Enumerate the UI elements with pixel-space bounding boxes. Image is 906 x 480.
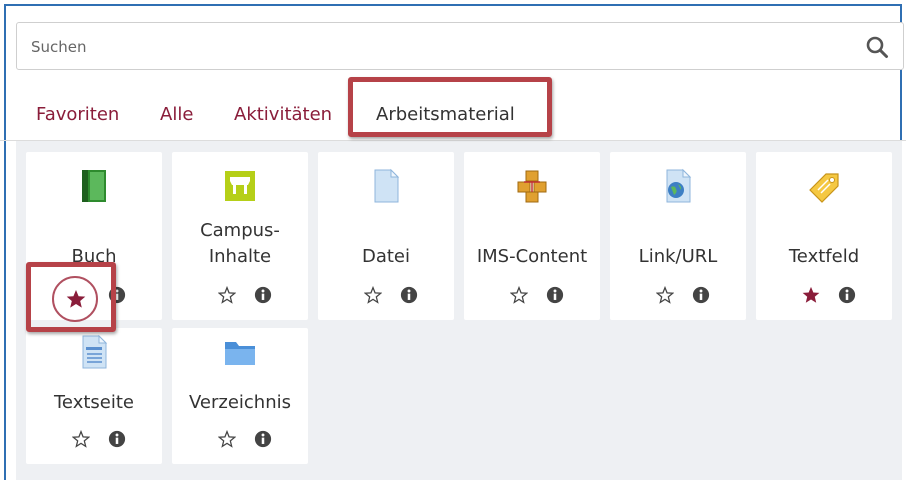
- module-card-link-url[interactable]: Link/URL: [610, 152, 746, 320]
- module-card-ims-content[interactable]: IMS-Content: [464, 152, 600, 320]
- highlight-box-tab: [348, 77, 552, 137]
- file-icon: [374, 168, 400, 203]
- tab-favoriten[interactable]: Favoriten: [36, 96, 119, 134]
- info-icon[interactable]: [546, 286, 564, 304]
- module-card-campus-inhalte[interactable]: Campus- Inhalte: [172, 152, 308, 320]
- info-icon[interactable]: [254, 286, 272, 304]
- star-filled-icon[interactable]: [802, 286, 820, 304]
- module-card-datei[interactable]: Datei: [318, 152, 454, 320]
- page-icon: [82, 334, 108, 369]
- star-outline-icon[interactable]: [364, 286, 382, 304]
- star-outline-icon[interactable]: [218, 286, 236, 304]
- info-icon[interactable]: [254, 430, 272, 448]
- star-outline-icon[interactable]: [72, 430, 90, 448]
- star-outline-icon[interactable]: [218, 430, 236, 448]
- star-filled-icon[interactable]: [66, 289, 86, 309]
- ims-package-icon: [517, 170, 547, 203]
- module-label: Link/URL: [638, 246, 718, 267]
- module-label: Datei: [361, 246, 411, 267]
- search-box: [16, 22, 904, 70]
- module-label: Textseite: [54, 392, 134, 413]
- url-icon: [666, 168, 692, 203]
- book-icon: [82, 170, 106, 202]
- module-card-textseite[interactable]: Textseite: [26, 328, 162, 464]
- tab-alle[interactable]: Alle: [160, 96, 193, 134]
- module-card-textfeld[interactable]: Textfeld: [756, 152, 892, 320]
- module-label: IMS-Content: [476, 246, 588, 267]
- module-label: Verzeichnis: [188, 392, 291, 413]
- module-card-verzeichnis[interactable]: Verzeichnis: [172, 328, 308, 464]
- search-icon[interactable]: [865, 35, 889, 59]
- info-icon[interactable]: [400, 286, 418, 304]
- tab-aktivitaeten[interactable]: Aktivitäten: [234, 96, 332, 134]
- star-outline-icon[interactable]: [510, 286, 528, 304]
- label-tag-icon: [809, 173, 839, 203]
- info-icon[interactable]: [692, 286, 710, 304]
- module-label-line2: Inhalte: [208, 246, 272, 267]
- info-icon[interactable]: [108, 430, 126, 448]
- search-input[interactable]: [29, 31, 853, 63]
- star-outline-icon[interactable]: [656, 286, 674, 304]
- info-icon[interactable]: [838, 286, 856, 304]
- module-label-line1: Campus-: [200, 220, 280, 241]
- highlight-circle-star: [52, 276, 98, 322]
- module-label: Textfeld: [788, 246, 860, 267]
- campus-content-icon: [225, 171, 255, 201]
- folder-icon: [225, 342, 255, 365]
